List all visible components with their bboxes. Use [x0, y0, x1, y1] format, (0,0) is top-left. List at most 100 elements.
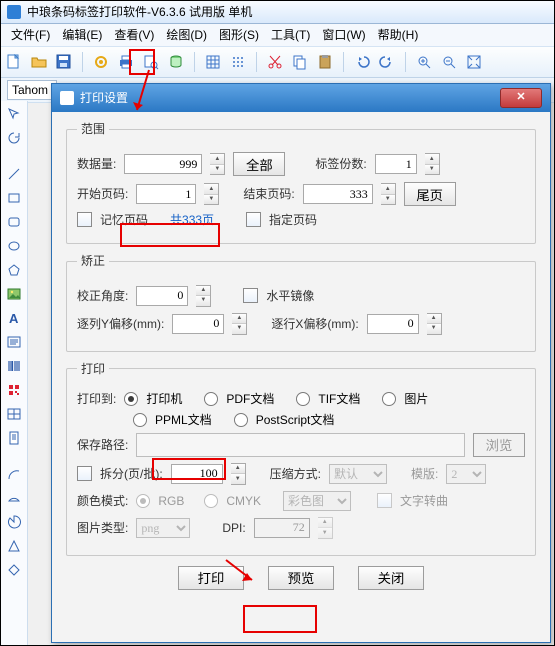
- line-tool-icon[interactable]: [5, 165, 23, 183]
- arc-tool-icon[interactable]: [5, 465, 23, 483]
- page-tool-icon[interactable]: [5, 429, 23, 447]
- input-savepath[interactable]: [136, 433, 465, 457]
- menu-window[interactable]: 窗口(W): [318, 26, 369, 44]
- radio-tif[interactable]: [296, 392, 310, 406]
- toolbar: [1, 47, 554, 78]
- menu-help[interactable]: 帮助(H): [374, 26, 423, 44]
- radio-ps[interactable]: [234, 413, 248, 427]
- input-endpage[interactable]: [303, 184, 373, 204]
- optlabel-ppml: PPML文档: [155, 413, 212, 427]
- redo-icon[interactable]: [378, 53, 396, 71]
- menu-shape[interactable]: 图形(S): [215, 26, 263, 44]
- rich-text-tool-icon[interactable]: [5, 333, 23, 351]
- input-split[interactable]: [171, 464, 223, 484]
- text-tool-icon[interactable]: A: [5, 309, 23, 327]
- input-dpi: [254, 518, 310, 538]
- input-copies[interactable]: [375, 154, 417, 174]
- dialog-close-button[interactable]: ✕: [500, 88, 542, 108]
- image-tool-icon[interactable]: [5, 285, 23, 303]
- zoom-in-icon[interactable]: [415, 53, 433, 71]
- undo-icon[interactable]: [353, 53, 371, 71]
- input-angle[interactable]: [136, 286, 188, 306]
- selection-tool-icon[interactable]: [5, 105, 23, 123]
- radio-pdf[interactable]: [204, 392, 218, 406]
- label-xoffset: 逐行X偏移(mm):: [271, 317, 358, 331]
- main-window: 中琅条码标签打印软件-V6.3.6 试用版 单机 文件(F) 编辑(E) 查看(…: [0, 0, 555, 646]
- label-template: 模版:: [411, 467, 438, 481]
- spinner-endpage[interactable]: ▲▼: [381, 183, 396, 205]
- zoom-fit-icon[interactable]: [465, 53, 483, 71]
- button-close[interactable]: 关闭: [358, 566, 424, 590]
- chord-tool-icon[interactable]: [5, 489, 23, 507]
- label-colormode: 颜色模式:: [77, 494, 128, 508]
- button-browse: 浏览: [473, 433, 525, 457]
- spinner-dataqty[interactable]: ▲▼: [210, 153, 225, 175]
- label-savepath: 保存路径:: [77, 438, 128, 452]
- spinner-xoffset[interactable]: ▲▼: [427, 313, 442, 335]
- button-lastpage[interactable]: 尾页: [404, 182, 456, 206]
- settings-gear-icon[interactable]: [92, 53, 110, 71]
- rotate-tool-icon[interactable]: [5, 129, 23, 147]
- cut-icon[interactable]: [266, 53, 284, 71]
- rect-tool-icon[interactable]: [5, 189, 23, 207]
- label-specify: 指定页码: [269, 213, 317, 227]
- annotation-arrow-bottom: [222, 556, 262, 586]
- grid-dots-icon[interactable]: [229, 53, 247, 71]
- zoom-out-icon[interactable]: [440, 53, 458, 71]
- database-icon[interactable]: [167, 53, 185, 71]
- ellipse-tool-icon[interactable]: [5, 237, 23, 255]
- spinner-copies[interactable]: ▲▼: [425, 153, 440, 175]
- spinner-split[interactable]: ▲▼: [231, 463, 246, 485]
- roundrect-tool-icon[interactable]: [5, 213, 23, 231]
- menu-file[interactable]: 文件(F): [7, 26, 54, 44]
- radio-rgb: [136, 494, 150, 508]
- spinner-startpage[interactable]: ▲▼: [204, 183, 219, 205]
- grid-icon[interactable]: [204, 53, 222, 71]
- menu-tool[interactable]: 工具(T): [267, 26, 314, 44]
- rhombus-tool-icon[interactable]: [5, 561, 23, 579]
- svg-text:A: A: [9, 311, 19, 325]
- polygon-tool-icon[interactable]: [5, 261, 23, 279]
- font-family-combobox[interactable]: Tahom: [7, 80, 57, 100]
- button-all[interactable]: 全部: [233, 152, 285, 176]
- annotation-arrow-top: [131, 66, 153, 116]
- input-startpage[interactable]: [136, 184, 196, 204]
- select-pictype: png: [136, 518, 190, 538]
- legend-range: 范围: [77, 122, 109, 136]
- menu-draw[interactable]: 绘图(D): [162, 26, 211, 44]
- checkbox-textcurve: [377, 493, 392, 508]
- new-file-icon[interactable]: [5, 53, 23, 71]
- menu-view[interactable]: 查看(V): [110, 26, 158, 44]
- label-yoffset: 逐列Y偏移(mm):: [77, 317, 164, 331]
- save-icon[interactable]: [55, 53, 73, 71]
- button-preview[interactable]: 预览: [268, 566, 334, 590]
- checkbox-remember-page[interactable]: [77, 212, 92, 227]
- label-endpage: 结束页码:: [243, 187, 294, 201]
- optlabel-tif: TIF文档: [318, 392, 360, 406]
- pie-tool-icon[interactable]: [5, 513, 23, 531]
- group-correction: 矫正 校正角度: ▲▼ 水平镜像 逐列Y偏移(mm): ▲▼ 逐行X偏移(mm)…: [66, 254, 536, 351]
- link-totalpages[interactable]: 共333页: [170, 213, 214, 227]
- spinner-yoffset[interactable]: ▲▼: [232, 313, 247, 335]
- grid-table-tool-icon[interactable]: [5, 405, 23, 423]
- spinner-angle[interactable]: ▲▼: [196, 285, 211, 307]
- radio-ppml[interactable]: [133, 413, 147, 427]
- checkbox-split[interactable]: [77, 466, 92, 481]
- checkbox-specify-page[interactable]: [246, 212, 261, 227]
- barcode-tool-icon[interactable]: [5, 357, 23, 375]
- dialog-title: 打印设置: [80, 91, 128, 105]
- triangle-tool-icon[interactable]: [5, 537, 23, 555]
- input-xoffset[interactable]: [367, 314, 419, 334]
- checkbox-mirror[interactable]: [243, 288, 258, 303]
- paste-icon[interactable]: [316, 53, 334, 71]
- optlabel-rgb: RGB: [158, 494, 184, 508]
- radio-printer[interactable]: [124, 392, 138, 406]
- input-yoffset[interactable]: [172, 314, 224, 334]
- qrcode-tool-icon[interactable]: [5, 381, 23, 399]
- radio-pic[interactable]: [382, 392, 396, 406]
- input-dataqty[interactable]: [124, 154, 202, 174]
- menu-edit[interactable]: 编辑(E): [58, 26, 106, 44]
- open-folder-icon[interactable]: [30, 53, 48, 71]
- label-printto: 打印到:: [77, 392, 116, 406]
- copy-icon[interactable]: [291, 53, 309, 71]
